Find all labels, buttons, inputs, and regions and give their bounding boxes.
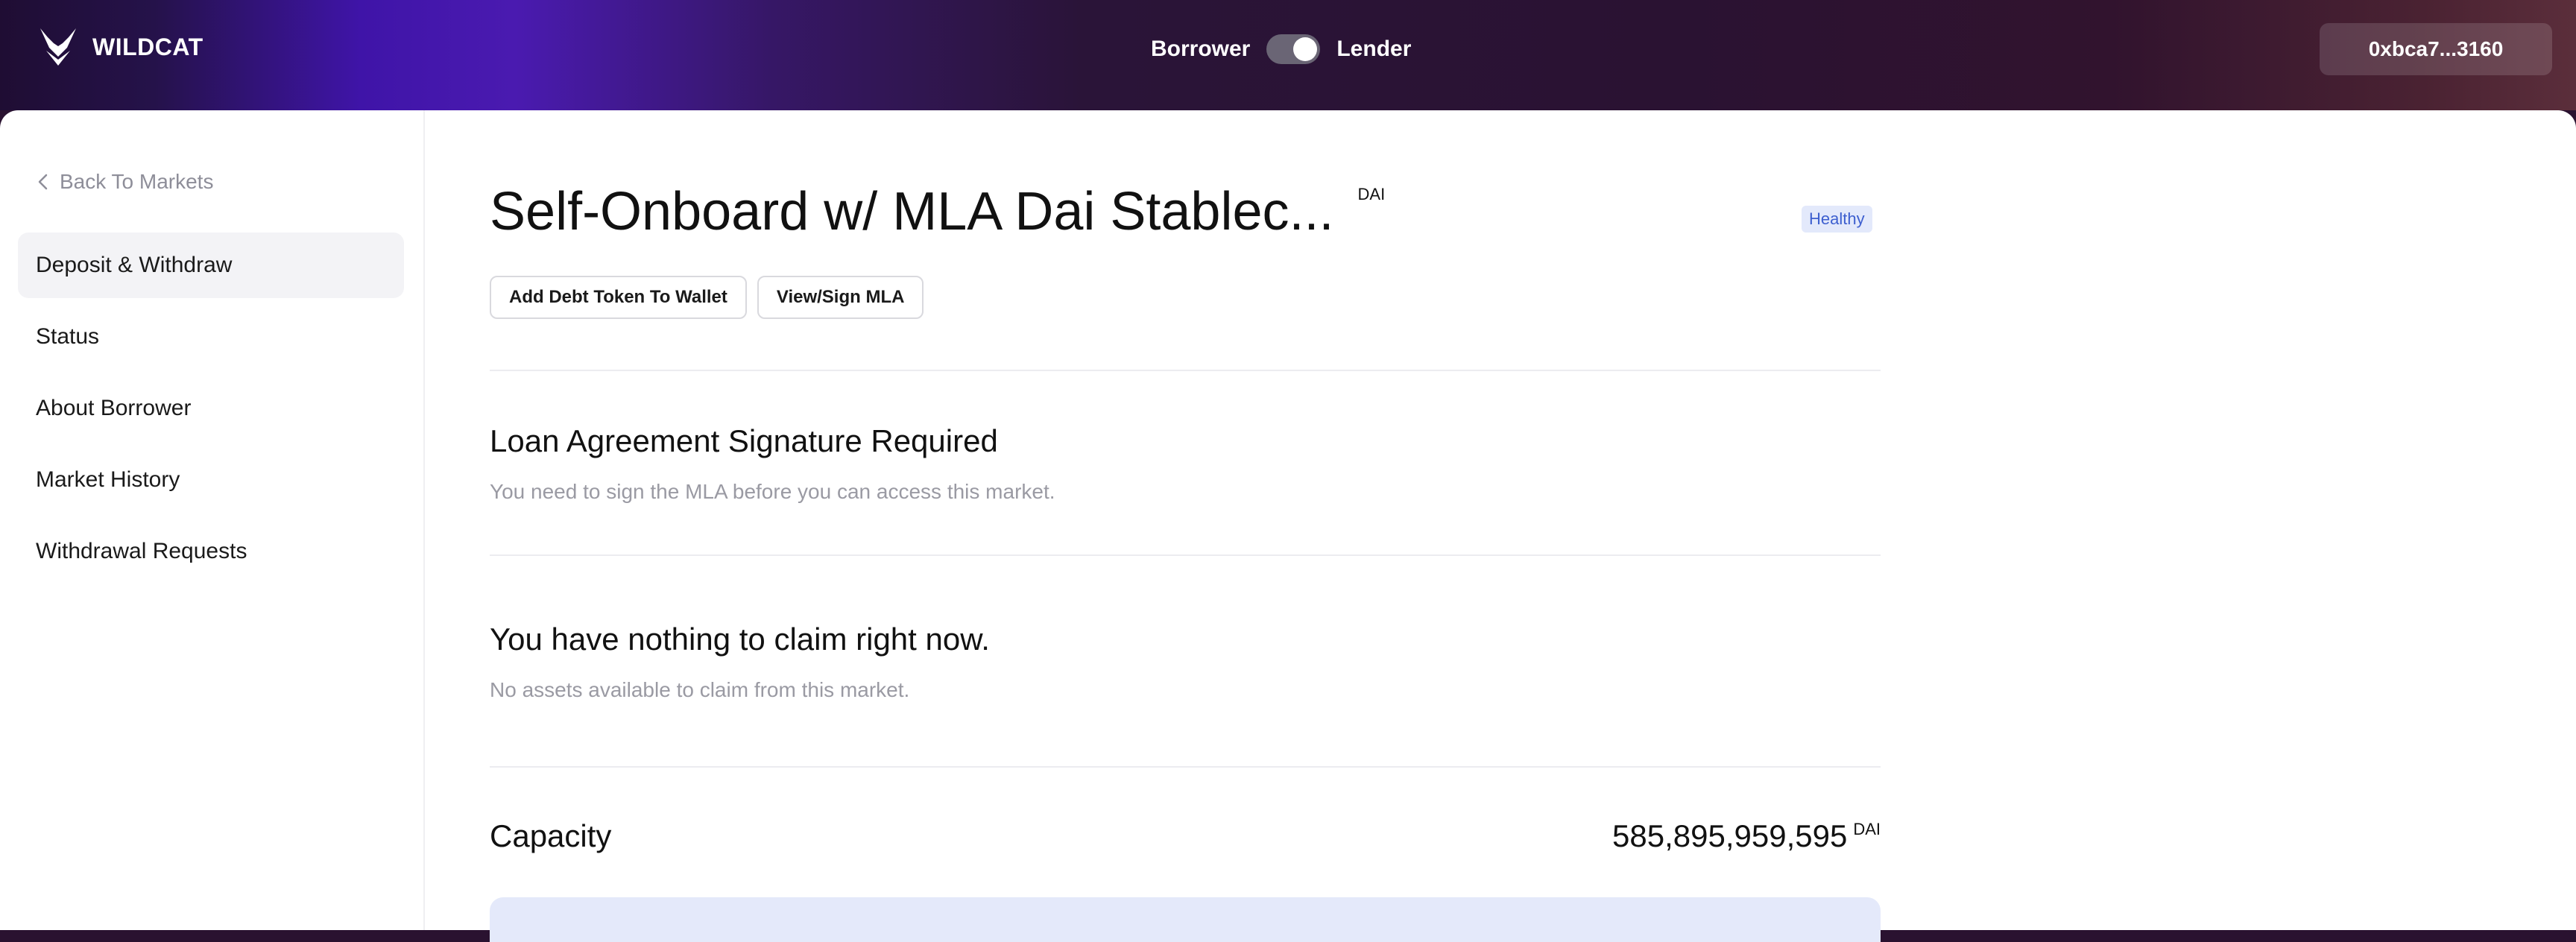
view-sign-mla-button[interactable]: View/Sign MLA [757,276,924,319]
title-row: Self-Onboard w/ MLA Dai Stablec... DAI [490,185,1385,238]
sidebar-item-label: Status [36,324,100,349]
back-to-markets-link[interactable]: Back To Markets [36,170,213,194]
divider [490,766,1881,768]
action-buttons: Add Debt Token To Wallet View/Sign MLA [490,276,934,319]
sidebar-item-withdrawal-requests[interactable]: Withdrawal Requests [18,519,404,584]
sidebar-item-about-borrower[interactable]: About Borrower [18,376,404,441]
token-symbol: DAI [1357,185,1386,203]
sidebar-item-label: About Borrower [36,396,192,420]
sidebar-item-status[interactable]: Status [18,304,404,370]
sidebar-item-market-history[interactable]: Market History [18,447,404,513]
role-toggle: Borrower Lender [1151,31,1411,67]
sidebar-item-label: Withdrawal Requests [36,539,247,563]
sidebar-item-label: Deposit & Withdraw [36,253,233,277]
role-switch[interactable] [1266,34,1321,64]
divider [490,370,1881,371]
mla-section-title: Loan Agreement Signature Required [490,423,998,458]
sidebar-item-label: Market History [36,467,180,492]
lender-label[interactable]: Lender [1336,37,1411,62]
borrower-label[interactable]: Borrower [1151,37,1250,62]
switch-knob [1293,37,1318,61]
info-box [490,897,1881,942]
mla-section-subtitle: You need to sign the MLA before you can … [490,480,1055,503]
add-debt-token-button[interactable]: Add Debt Token To Wallet [490,276,747,319]
capacity-value: 585,895,959,595 DAI [1612,818,1881,854]
divider [490,554,1881,556]
claim-section-subtitle: No assets available to claim from this m… [490,678,910,701]
claim-section-title: You have nothing to claim right now. [490,622,990,657]
capacity-unit: DAI [1853,820,1881,838]
brand-logo[interactable]: WILDCAT [39,27,203,67]
chevron-left-icon [38,174,48,190]
brand-name: WILDCAT [92,33,203,60]
capacity-amount: 585,895,959,595 [1612,818,1848,853]
sidebar: Back To Markets Deposit & Withdraw Statu… [0,110,425,930]
wildcat-logo-icon [40,28,76,66]
status-badge: Healthy [1802,206,1872,233]
sidebar-item-deposit-withdraw[interactable]: Deposit & Withdraw [18,233,404,298]
sidebar-nav: Deposit & Withdraw Status About Borrower… [18,233,404,590]
market-title: Self-Onboard w/ MLA Dai Stablec... [490,182,1334,241]
capacity-label: Capacity [490,818,612,853]
main-panel: Back To Markets Deposit & Withdraw Statu… [0,110,2576,942]
back-label: Back To Markets [60,170,214,193]
wallet-address-button[interactable]: 0xbca7...3160 [2320,23,2552,75]
top-header: WILDCAT Borrower Lender 0xbca7...3160 [0,0,2576,110]
